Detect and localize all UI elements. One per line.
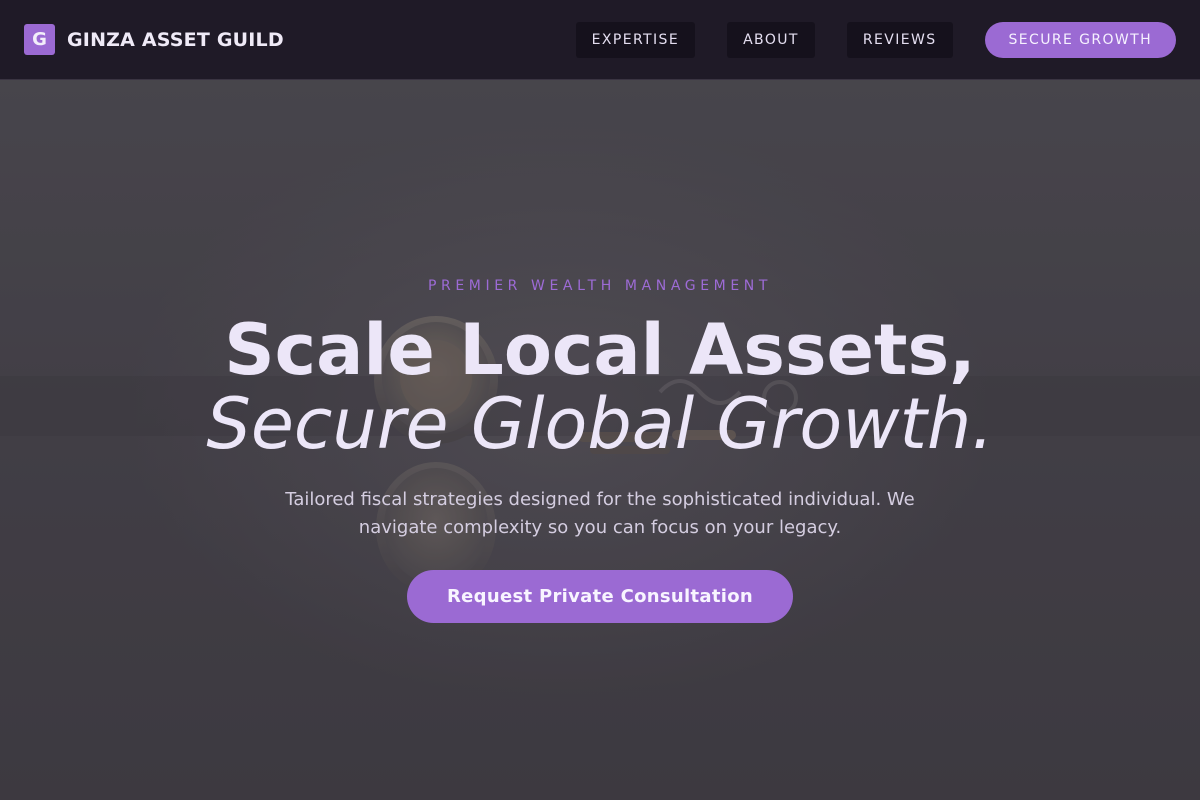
hero-headline-line1: Scale Local Assets,: [224, 309, 976, 391]
hero-eyebrow: PREMIER WEALTH MANAGEMENT: [427, 278, 773, 294]
secure-growth-button[interactable]: SECURE GROWTH: [984, 21, 1176, 58]
brand-logo-icon: G: [24, 24, 55, 55]
nav-link-expertise[interactable]: EXPERTISE: [575, 21, 696, 58]
nav-link-reviews[interactable]: REVIEWS: [846, 21, 953, 58]
nav-link-about[interactable]: ABOUT: [727, 21, 815, 58]
hero-headline-line2: Secure Global Growth.: [206, 383, 994, 465]
hero-section: PREMIER WEALTH MANAGEMENT Scale Local As…: [0, 80, 1200, 800]
brand[interactable]: G GINZA ASSET GUILD: [24, 24, 284, 55]
nav-links: EXPERTISE ABOUT REVIEWS SECURE GROWTH: [575, 21, 1176, 58]
brand-name: GINZA ASSET GUILD: [67, 28, 284, 51]
top-navigation: G GINZA ASSET GUILD EXPERTISE ABOUT REVI…: [0, 0, 1200, 80]
hero-content: PREMIER WEALTH MANAGEMENT Scale Local As…: [0, 80, 1200, 800]
hero-subcopy: Tailored fiscal strategies designed for …: [285, 489, 915, 538]
request-consultation-button[interactable]: Request Private Consultation: [407, 570, 793, 623]
